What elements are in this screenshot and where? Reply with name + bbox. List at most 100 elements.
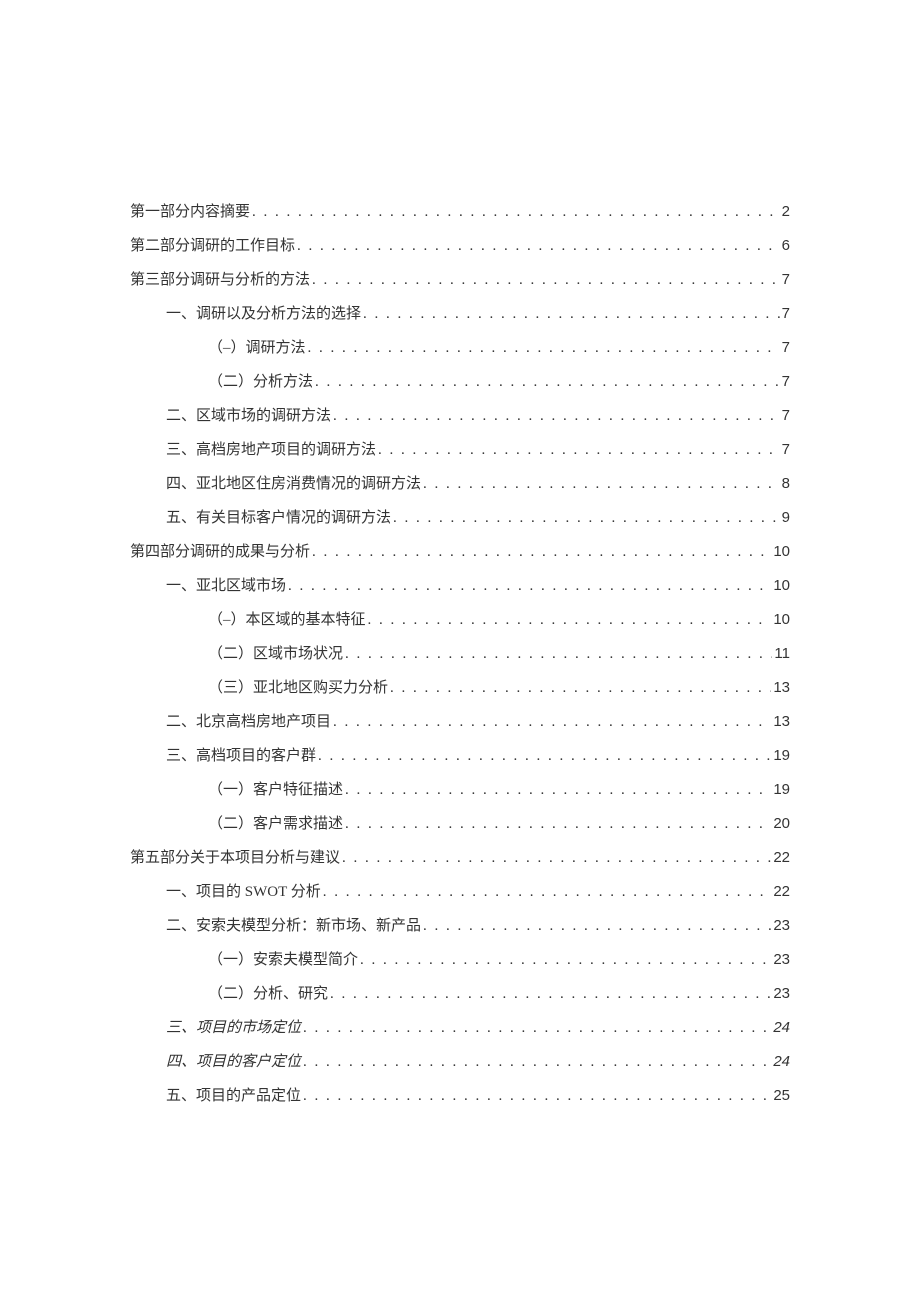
toc-leader-dots <box>378 438 780 462</box>
toc-leader-dots <box>312 540 771 564</box>
toc-leader-dots <box>303 1050 771 1074</box>
toc-page-number: 9 <box>782 506 790 530</box>
toc-entry: 第五部分关于本项目分析与建议 22 <box>130 846 790 870</box>
toc-entry: 第二部分调研的工作目标 6 <box>130 234 790 258</box>
toc-label: （三）亚北地区购买力分析 <box>208 676 388 700</box>
toc-entry: 二、区域市场的调研方法 7 <box>130 404 790 428</box>
toc-page-number: 22 <box>773 846 790 870</box>
toc-page-number: 10 <box>773 574 790 598</box>
toc-leader-dots <box>312 268 780 292</box>
toc-page-number: 6 <box>782 234 790 258</box>
toc-page-number: 23 <box>773 948 790 972</box>
toc-page-number: 19 <box>773 778 790 802</box>
toc-label: 第五部分关于本项目分析与建议 <box>130 846 340 870</box>
toc-entry: 四、项目的客户定位 24 <box>130 1050 790 1074</box>
toc-leader-dots <box>345 812 771 836</box>
toc-label: 一、调研以及分析方法的选择 <box>166 302 361 326</box>
toc-page-number: 10 <box>773 608 790 632</box>
toc-entry: （–）本区域的基本特征 10 <box>130 608 790 632</box>
toc-leader-dots <box>303 1084 771 1108</box>
toc-leader-dots <box>303 1016 771 1040</box>
table-of-contents: 第一部分内容摘要2第二部分调研的工作目标6第三部分调研与分析的方法7一、调研以及… <box>130 200 790 1108</box>
toc-label: 一、亚北区域市场 <box>166 574 286 598</box>
toc-entry: 三、高档房地产项目的调研方法 7 <box>130 438 790 462</box>
toc-label: （二）分析、研究 <box>208 982 328 1006</box>
toc-label: （二）客户需求描述 <box>208 812 343 836</box>
toc-entry: （二）分析方法7 <box>130 370 790 394</box>
toc-label: 二、北京高档房地产项目 <box>166 710 331 734</box>
toc-label: （–）本区域的基本特征 <box>208 608 366 632</box>
toc-label: （二）区域市场状况 <box>208 642 343 666</box>
toc-label: 第二部分调研的工作目标 <box>130 234 295 258</box>
toc-label: 四、项目的客户定位 <box>166 1050 301 1074</box>
toc-entry: 二、北京高档房地产项目 13 <box>130 710 790 734</box>
toc-leader-dots <box>318 744 771 768</box>
toc-page-number: 22 <box>773 880 790 904</box>
toc-page-number: 25 <box>773 1084 790 1108</box>
toc-leader-dots <box>363 302 780 326</box>
toc-label: （–）调研方法 <box>208 336 306 360</box>
toc-leader-dots <box>330 982 771 1006</box>
toc-entry: （一）客户特征描述 19 <box>130 778 790 802</box>
toc-page-number: 7 <box>782 336 790 360</box>
toc-leader-dots <box>288 574 771 598</box>
toc-label: 三、高档房地产项目的调研方法 <box>166 438 376 462</box>
toc-page-number: 19 <box>773 744 790 768</box>
toc-page-number: 20 <box>773 812 790 836</box>
toc-entry: （一）安索夫模型简介 23 <box>130 948 790 972</box>
toc-entry: （二）区域市场状况 11 <box>130 642 790 666</box>
toc-label: 第三部分调研与分析的方法 <box>130 268 310 292</box>
toc-page-number: 10 <box>773 540 790 564</box>
toc-page-number: 23 <box>773 982 790 1006</box>
toc-page-number: 24 <box>773 1016 790 1040</box>
toc-leader-dots <box>393 506 780 530</box>
toc-leader-dots <box>297 234 780 258</box>
toc-label: （一）安索夫模型简介 <box>208 948 358 972</box>
toc-entry: （三）亚北地区购买力分析 13 <box>130 676 790 700</box>
toc-page-number: 11 <box>774 642 790 666</box>
toc-leader-dots <box>423 914 771 938</box>
toc-page-number: 7 <box>782 438 790 462</box>
toc-label: 三、高档项目的客户群 <box>166 744 316 768</box>
toc-leader-dots <box>390 676 771 700</box>
toc-entry: 一、调研以及分析方法的选择 7 <box>130 302 790 326</box>
toc-leader-dots <box>368 608 772 632</box>
toc-entry: 二、安索夫模型分析：新市场、新产品 23 <box>130 914 790 938</box>
toc-entry: 三、高档项目的客户群 19 <box>130 744 790 768</box>
toc-leader-dots <box>323 880 772 904</box>
toc-entry: （二）客户需求描述 20 <box>130 812 790 836</box>
toc-leader-dots <box>308 336 780 360</box>
toc-leader-dots <box>333 404 780 428</box>
toc-label: 五、有关目标客户情况的调研方法 <box>166 506 391 530</box>
toc-entry: 第三部分调研与分析的方法7 <box>130 268 790 292</box>
toc-entry: 一、亚北区域市场 10 <box>130 574 790 598</box>
toc-leader-dots <box>342 846 771 870</box>
toc-page-number: 23 <box>773 914 790 938</box>
toc-entry: 第一部分内容摘要2 <box>130 200 790 224</box>
toc-page-number: 7 <box>782 302 790 326</box>
toc-label: 五、项目的产品定位 <box>166 1084 301 1108</box>
toc-leader-dots <box>345 642 772 666</box>
toc-leader-dots <box>333 710 771 734</box>
toc-entry: 五、有关目标客户情况的调研方法 9 <box>130 506 790 530</box>
toc-page-number: 8 <box>782 472 790 496</box>
toc-leader-dots <box>252 200 780 224</box>
toc-page-number: 13 <box>773 676 790 700</box>
toc-entry: 五、项目的产品定位 25 <box>130 1084 790 1108</box>
toc-label: 三、项目的市场定位 <box>166 1016 301 1040</box>
toc-page-number: 24 <box>773 1050 790 1074</box>
toc-entry: 四、亚北地区住房消费情况的调研方法 8 <box>130 472 790 496</box>
toc-leader-dots <box>315 370 780 394</box>
toc-page-number: 7 <box>782 404 790 428</box>
toc-label: 第四部分调研的成果与分析 <box>130 540 310 564</box>
toc-entry: 第四部分调研的成果与分析 10 <box>130 540 790 564</box>
toc-label: 二、区域市场的调研方法 <box>166 404 331 428</box>
toc-label: 二、安索夫模型分析：新市场、新产品 <box>166 914 421 938</box>
toc-page-number: 13 <box>773 710 790 734</box>
toc-label: 一、项目的 SWOT 分析 <box>166 880 321 904</box>
toc-label: （一）客户特征描述 <box>208 778 343 802</box>
toc-entry: （二）分析、研究 23 <box>130 982 790 1006</box>
toc-page-number: 7 <box>782 370 790 394</box>
toc-label: 四、亚北地区住房消费情况的调研方法 <box>166 472 421 496</box>
toc-leader-dots <box>360 948 771 972</box>
